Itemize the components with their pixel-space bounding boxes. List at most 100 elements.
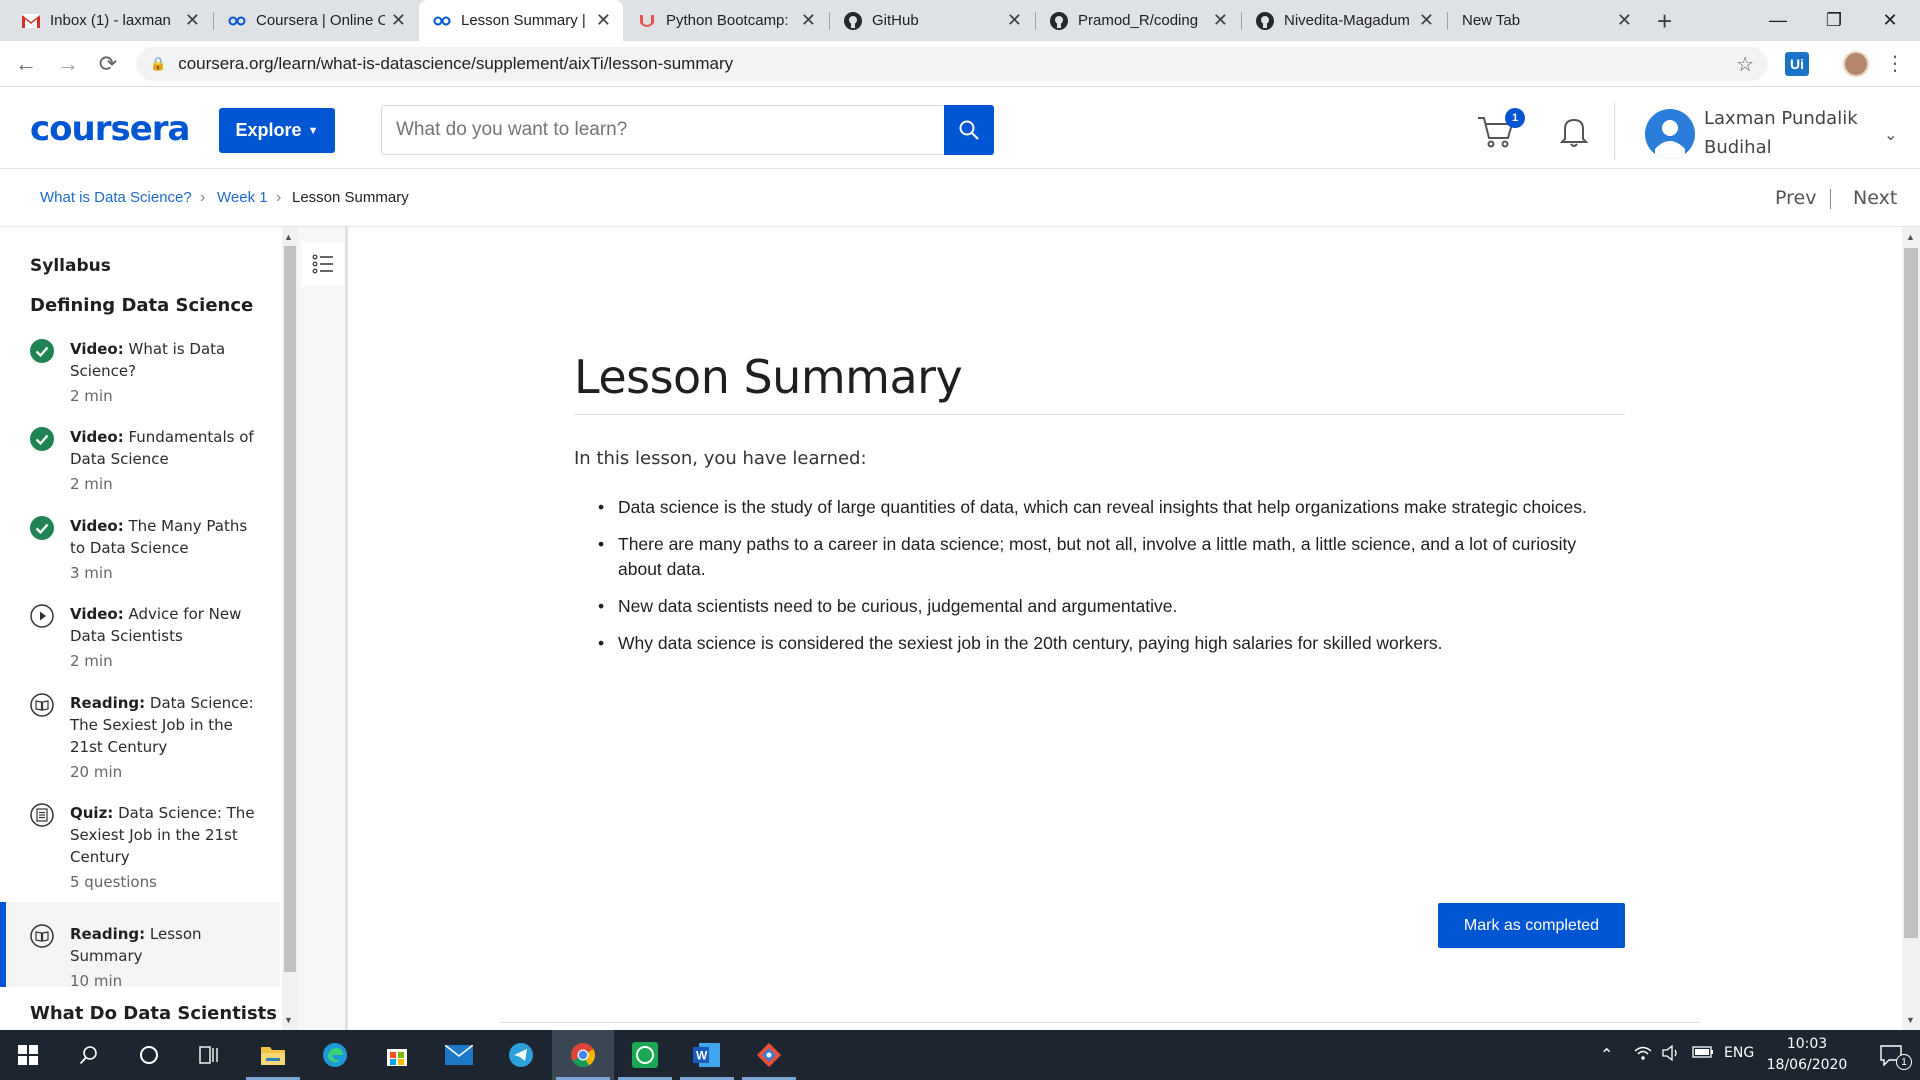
sidebar-item-reading-lesson-summary[interactable]: Reading: Lesson Summary 10 min	[0, 902, 280, 990]
chevron-up-icon[interactable]: ⌃	[1600, 1045, 1613, 1064]
minimize-icon[interactable]: —	[1750, 0, 1806, 41]
breadcrumb-current: Lesson Summary	[292, 189, 409, 206]
search-icon[interactable]	[58, 1030, 120, 1080]
scroll-down-arrow-icon[interactable]: ▼	[1906, 1015, 1915, 1025]
taskbar-clock[interactable]: 10:03 18/06/2020	[1762, 1034, 1852, 1076]
reload-icon[interactable]: ⟳	[94, 50, 122, 78]
breadcrumb-course[interactable]: What is Data Science?	[40, 189, 192, 206]
sidebar-item-video-advice[interactable]: Video: Advice for New Data Scientists 2 …	[0, 603, 280, 672]
next-link[interactable]: Next	[1853, 187, 1897, 209]
window-close-icon[interactable]: ✕	[1862, 0, 1918, 41]
udemy-icon	[638, 12, 656, 30]
tab-lesson-summary[interactable]: Lesson Summary | ✕	[419, 0, 623, 41]
restore-icon[interactable]: ❐	[1806, 0, 1862, 41]
sidebar-item-video-fundamentals[interactable]: Video: Fundamentals of Data Science 2 mi…	[0, 426, 280, 495]
sidebar-item-video-what-is-data-science[interactable]: Video: What is Data Science? 2 min	[0, 338, 280, 407]
address-bar[interactable]: 🔒 coursera.org/learn/what-is-datascience…	[136, 47, 1768, 81]
close-tab-icon[interactable]: ✕	[801, 10, 816, 31]
battery-icon[interactable]	[1692, 1045, 1714, 1063]
whatsapp-icon[interactable]	[614, 1030, 676, 1080]
close-tab-icon[interactable]: ✕	[1007, 10, 1022, 31]
git-icon[interactable]	[738, 1030, 800, 1080]
task-view-icon[interactable]	[178, 1030, 240, 1080]
user-name[interactable]: Laxman Pundalik Budihal	[1704, 104, 1864, 162]
wifi-icon[interactable]	[1634, 1045, 1652, 1065]
item-type: Video:	[70, 340, 124, 358]
github-icon	[844, 11, 862, 30]
word-icon[interactable]: W	[676, 1030, 738, 1080]
windows-start-icon[interactable]	[0, 1030, 56, 1080]
book-icon	[30, 693, 54, 717]
tab-gmail[interactable]: Inbox (1) - laxman ✕	[8, 0, 212, 41]
search-input[interactable]	[381, 105, 944, 155]
toc-list-button[interactable]	[302, 243, 344, 285]
bell-icon[interactable]	[1556, 113, 1592, 149]
sidebar-item-quiz[interactable]: Quiz: Data Science: The Sexiest Job in t…	[0, 802, 280, 893]
sidebar-item-reading-sexiest-job[interactable]: Reading: Data Science: The Sexiest Job i…	[0, 692, 280, 783]
item-type: Quiz:	[70, 804, 114, 822]
sidebar-scroll-thumb[interactable]	[284, 246, 296, 972]
prev-link[interactable]: Prev	[1775, 187, 1816, 209]
file-explorer-icon[interactable]	[242, 1030, 304, 1080]
tab-python-bootcamp[interactable]: Python Bootcamp: ✕	[624, 0, 828, 41]
language-indicator[interactable]: ENG	[1724, 1045, 1754, 1061]
close-tab-icon[interactable]: ✕	[391, 10, 406, 31]
edge-icon[interactable]	[304, 1030, 366, 1080]
tab-new-tab[interactable]: New Tab ✕	[1448, 0, 1644, 41]
tab-nivedita-repo[interactable]: Nivedita-Magadum ✕	[1242, 0, 1446, 41]
scroll-down-arrow-icon[interactable]: ▼	[284, 1015, 293, 1025]
coursera-logo[interactable]: coursera	[30, 109, 190, 149]
syllabus-heading[interactable]: Syllabus	[30, 256, 111, 276]
tab-coursera-home[interactable]: Coursera | Online C ✕	[214, 0, 418, 41]
breadcrumb: What is Data Science? › Week 1 › Lesson …	[0, 170, 1920, 227]
chrome-icon[interactable]	[552, 1030, 614, 1080]
syllabus-sidebar: Syllabus Defining Data Science Video: Wh…	[0, 227, 282, 1030]
toc-rail	[298, 227, 348, 1030]
header-divider	[1614, 103, 1615, 159]
close-tab-icon[interactable]: ✕	[1213, 10, 1228, 31]
cortana-icon[interactable]	[118, 1030, 180, 1080]
close-tab-icon[interactable]: ✕	[1617, 10, 1632, 31]
tab-pramod-repo[interactable]: Pramod_R/coding ✕	[1036, 0, 1240, 41]
notification-center-icon[interactable]: 1	[1866, 1030, 1916, 1080]
user-avatar[interactable]	[1645, 109, 1695, 159]
speaker-icon[interactable]	[1662, 1044, 1682, 1065]
store-icon[interactable]	[366, 1030, 428, 1080]
section-title: Defining Data Science	[30, 295, 254, 316]
close-tab-icon[interactable]: ✕	[596, 10, 611, 31]
item-type: Reading:	[70, 925, 146, 943]
scroll-up-arrow-icon[interactable]: ▲	[1906, 232, 1915, 242]
close-tab-icon[interactable]: ✕	[185, 10, 200, 31]
bookmark-star-icon[interactable]: ☆	[1736, 52, 1754, 77]
kebab-menu-icon[interactable]: ⋮	[1885, 51, 1905, 76]
page-title: Lesson Summary	[574, 350, 963, 404]
windows-taskbar: W ⌃ ENG 10:03 18/06/2020 1	[0, 1030, 1920, 1080]
tab-title: Python Bootcamp:	[666, 12, 789, 29]
scroll-up-arrow-icon[interactable]: ▲	[284, 232, 293, 242]
breadcrumb-week[interactable]: Week 1	[217, 189, 268, 206]
telegram-icon[interactable]	[490, 1030, 552, 1080]
explore-button[interactable]: Explore ▼	[219, 108, 335, 153]
search-button[interactable]	[944, 105, 994, 155]
chevron-down-icon[interactable]: ⌄	[1884, 125, 1897, 145]
item-duration: 2 min	[70, 475, 113, 493]
profile-avatar[interactable]	[1843, 51, 1869, 77]
mark-as-completed-button[interactable]: Mark as completed	[1438, 903, 1625, 948]
book-icon	[30, 924, 54, 948]
list-item: Data science is the study of large quant…	[598, 495, 1618, 520]
page-scroll-thumb[interactable]	[1904, 248, 1918, 938]
list-item: New data scientists need to be curious, …	[598, 594, 1618, 619]
new-tab-icon[interactable]: +	[1657, 6, 1672, 37]
divider	[500, 1022, 1700, 1023]
back-arrow-icon[interactable]: ←	[12, 50, 40, 78]
section-title[interactable]: What Do Data Scientists Do?	[30, 1001, 280, 1030]
uipath-extension-icon[interactable]: Ui	[1785, 52, 1809, 76]
close-tab-icon[interactable]: ✕	[1419, 10, 1434, 31]
mail-icon[interactable]	[428, 1030, 490, 1080]
tab-title: Nivedita-Magadum	[1284, 12, 1410, 29]
item-type: Reading:	[70, 694, 146, 712]
tab-github[interactable]: GitHub ✕	[830, 0, 1034, 41]
forward-arrow-icon[interactable]: →	[54, 50, 82, 78]
url-text: coursera.org/learn/what-is-datascience/s…	[178, 54, 734, 73]
sidebar-item-video-many-paths[interactable]: Video: The Many Paths to Data Science 3 …	[0, 515, 280, 584]
